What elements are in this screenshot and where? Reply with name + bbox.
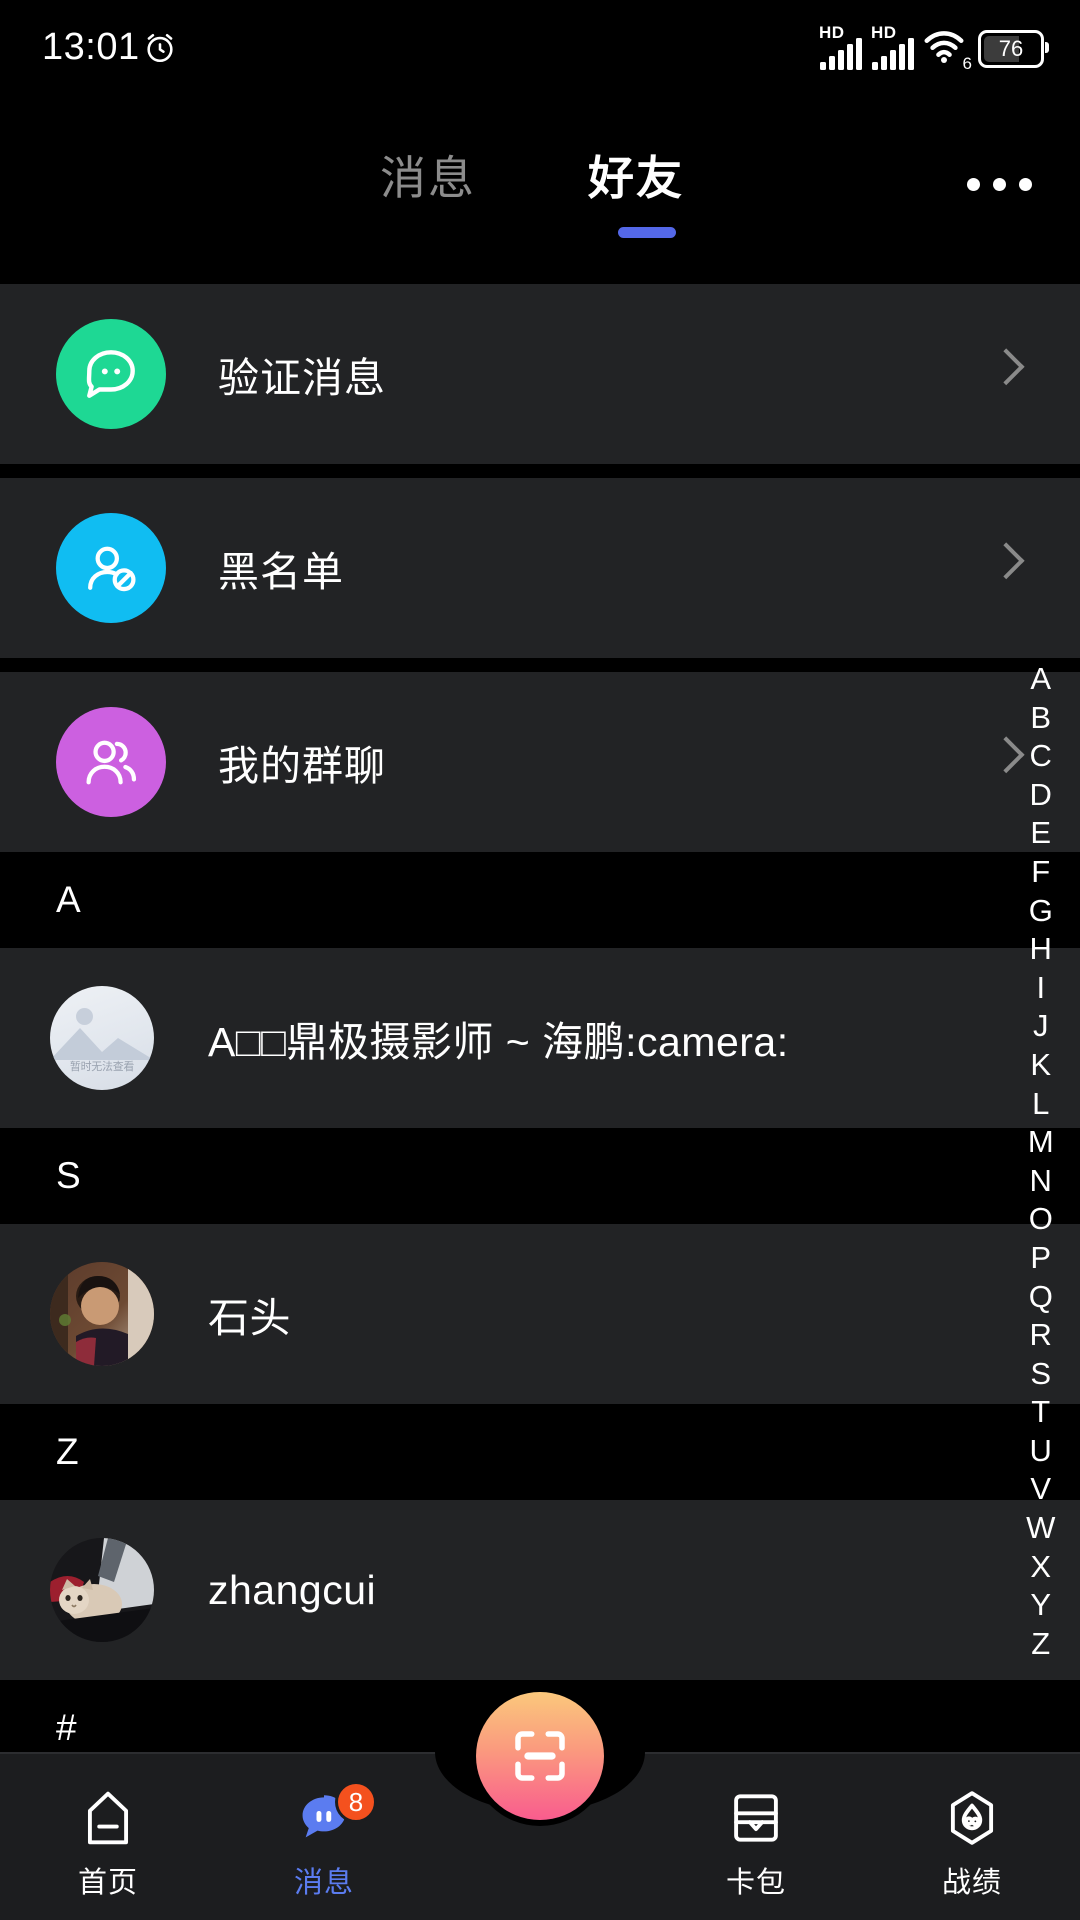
list-divider (0, 658, 1080, 672)
alpha-index-letter[interactable]: H (1030, 930, 1053, 969)
nav-item-card-pack[interactable]: 卡包 (648, 1754, 864, 1920)
list-item-label: 验证消息 (218, 355, 386, 401)
nav-item-home[interactable]: 首页 (0, 1754, 216, 1920)
alpha-index-letter[interactable]: E (1030, 814, 1051, 853)
alpha-index-letter[interactable]: K (1030, 1046, 1051, 1085)
tab-friends[interactable]: 好友 (588, 142, 684, 208)
section-header-a: A (0, 852, 1080, 948)
avatar-photo (50, 1538, 154, 1642)
active-tab-indicator (618, 227, 676, 238)
alpha-index-letter[interactable]: X (1030, 1548, 1051, 1587)
alpha-index-letter[interactable]: T (1031, 1393, 1050, 1432)
alpha-index-letter[interactable]: L (1032, 1085, 1050, 1124)
contact-row[interactable]: zhangcui (0, 1500, 1080, 1680)
alpha-index-letter[interactable]: B (1030, 699, 1051, 738)
alpha-index-letter[interactable]: D (1030, 776, 1053, 815)
section-header-hash: # (0, 1680, 1080, 1754)
nav-label: 卡包 (725, 1867, 786, 1899)
section-header-s: S (0, 1128, 1080, 1224)
top-tab-bar: 消息 好友 (0, 104, 1080, 284)
list-item-label: 我的群聊 (218, 743, 386, 789)
sim1-signal-icon: HD (819, 23, 862, 70)
nav-center-spacer (432, 1692, 648, 1920)
battery-level-label: 76 (998, 36, 1024, 61)
group-chat-icon (56, 707, 166, 817)
chevron-right-icon (987, 348, 1025, 386)
wifi-icon: 6 (923, 29, 972, 73)
alpha-index-letter[interactable]: O (1029, 1200, 1054, 1239)
card-pack-icon (725, 1785, 787, 1851)
avatar-placeholder-text: 暂时无法查看 (69, 1061, 135, 1073)
avatar: 暂时无法查看 (50, 986, 154, 1090)
list-item-blacklist[interactable]: 黑名单 (0, 478, 1080, 658)
nav-label: 战绩 (941, 1867, 1002, 1899)
alphabet-index[interactable]: A B C D E F G H I J K L M N O P Q R S T … (1018, 660, 1064, 1663)
avatar-photo (50, 1262, 154, 1366)
friends-list[interactable]: 验证消息 黑名单 我的群聊 A 暂时无法查看 A□□鼎极摄影师 ~ 海鹏:cam… (0, 284, 1080, 1754)
nav-label: 消息 (293, 1867, 354, 1899)
avatar (50, 1538, 154, 1642)
alpha-index-letter[interactable]: W (1026, 1509, 1056, 1548)
alpha-index-letter[interactable]: A (1030, 660, 1051, 699)
alpha-index-letter[interactable]: Q (1029, 1278, 1054, 1317)
list-item-verify-message[interactable]: 验证消息 (0, 284, 1080, 464)
alpha-index-letter[interactable]: G (1029, 892, 1054, 931)
more-options-icon[interactable] (967, 178, 1032, 191)
alpha-index-letter[interactable]: I (1036, 969, 1045, 1008)
alpha-index-letter[interactable]: V (1030, 1470, 1051, 1509)
sim1-hd-label: HD (819, 23, 845, 42)
alpha-index-letter[interactable]: F (1031, 853, 1050, 892)
sim2-signal-icon: HD (871, 23, 914, 70)
tab-messages[interactable]: 消息 (380, 142, 476, 208)
bottom-navigation-bar: 首页 8 消息 卡包 战绩 (0, 1692, 1080, 1920)
contact-row[interactable]: 石头 (0, 1224, 1080, 1404)
app-screen: 13:01 HD HD 6 76 消息 好友 验证消息 黑名单 我的群聊 A 暂… (0, 0, 1080, 1920)
contact-name: 石头 (208, 1295, 291, 1341)
wifi-generation-label: 6 (962, 54, 972, 73)
alpha-index-letter[interactable]: Y (1030, 1586, 1051, 1625)
alpha-index-letter[interactable]: M (1028, 1123, 1054, 1162)
status-indicators: HD HD 6 76 (819, 23, 1049, 73)
message-bubble-icon: 8 (293, 1781, 377, 1851)
sim2-hd-label: HD (871, 23, 897, 42)
unread-badge: 8 (335, 1781, 377, 1823)
alpha-index-letter[interactable]: Z (1031, 1625, 1050, 1664)
contact-name: A□□鼎极摄影师 ~ 海鹏:camera: (208, 1019, 789, 1065)
alpha-index-letter[interactable]: U (1030, 1432, 1053, 1471)
alpha-index-letter[interactable]: C (1030, 737, 1053, 776)
contact-name: zhangcui (208, 1566, 377, 1613)
list-divider (0, 464, 1080, 478)
status-time: 13:01 (42, 26, 140, 68)
alpha-index-letter[interactable]: N (1030, 1162, 1053, 1201)
chevron-right-icon (987, 542, 1025, 580)
nav-item-messages[interactable]: 8 消息 (216, 1754, 432, 1920)
status-bar: 13:01 HD HD 6 76 (0, 0, 1080, 104)
alpha-index-letter[interactable]: R (1030, 1316, 1053, 1355)
alpha-index-letter[interactable]: P (1030, 1239, 1051, 1278)
contact-row[interactable]: 暂时无法查看 A□□鼎极摄影师 ~ 海鹏:camera: (0, 948, 1080, 1128)
list-item-label: 黑名单 (218, 549, 344, 595)
records-icon (941, 1785, 1003, 1851)
nav-label: 首页 (77, 1867, 138, 1899)
avatar (50, 1262, 154, 1366)
alarm-icon (147, 33, 173, 63)
battery-icon: 76 (978, 30, 1049, 68)
image-placeholder-mountain-icon (50, 1028, 154, 1060)
section-header-z: Z (0, 1404, 1080, 1500)
blacklist-user-icon (56, 513, 166, 623)
alpha-index-letter[interactable]: J (1033, 1007, 1049, 1046)
home-icon (77, 1785, 139, 1851)
list-item-my-group-chats[interactable]: 我的群聊 (0, 672, 1080, 852)
nav-item-records[interactable]: 战绩 (864, 1754, 1080, 1920)
verify-message-icon (56, 319, 166, 429)
alpha-index-letter[interactable]: S (1030, 1355, 1051, 1394)
